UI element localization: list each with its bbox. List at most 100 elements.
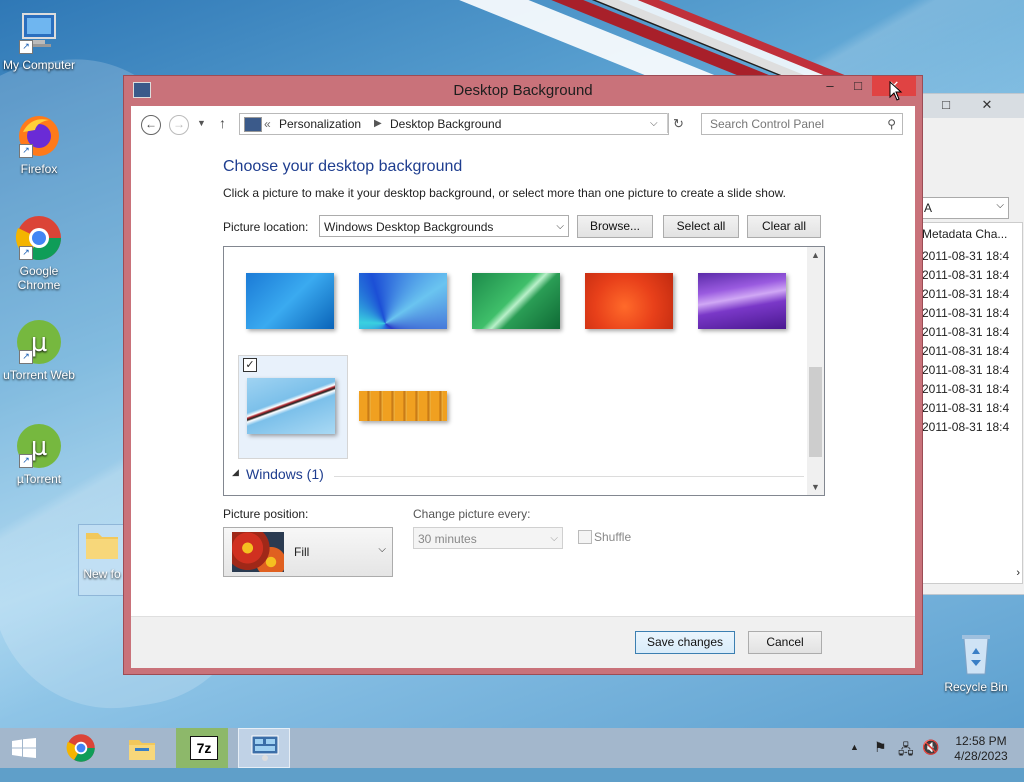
up-button[interactable]: ↑: [219, 115, 226, 131]
select-all-button[interactable]: Select all: [663, 215, 739, 238]
window-titlebar[interactable]: Desktop Background – □ ✕: [124, 76, 922, 105]
taskbar-file-explorer[interactable]: [116, 728, 168, 768]
taskbar-7zip[interactable]: 7z: [176, 728, 228, 768]
shortcut-arrow-icon: ↗: [19, 144, 33, 158]
desktop-icon-utorrent[interactable]: µ ↗ µTorrent: [1, 422, 77, 486]
desktop-icon-label: Google Chrome: [17, 264, 61, 292]
list-item[interactable]: 2011-08-31 18:4: [922, 325, 1009, 339]
chevron-down-icon: ▼: [197, 118, 206, 128]
list-item[interactable]: 2011-08-31 18:4: [922, 344, 1009, 358]
breadcrumb-personalization[interactable]: Personalization: [279, 114, 361, 134]
taskbar-chrome[interactable]: [56, 728, 108, 768]
search-icon[interactable]: ⚲: [887, 114, 896, 134]
browse-button[interactable]: Browse...: [577, 215, 653, 238]
picture-position-dropdown[interactable]: Fill ⌵: [223, 527, 393, 577]
chevron-right-icon[interactable]: ›: [1016, 567, 1020, 579]
desktop-icon-recycle-bin[interactable]: Recycle Bin: [938, 630, 1014, 694]
list-item[interactable]: 2011-08-31 18:4: [922, 420, 1009, 434]
navigation-bar: ← → ▼ ↑ « Personalization ▶ Desktop Back…: [131, 106, 915, 142]
wallpaper-thumbnail[interactable]: [359, 273, 447, 329]
maximize-button[interactable]: □: [933, 96, 959, 114]
volume-muted-icon[interactable]: 🔇: [922, 739, 939, 779]
background-window[interactable]: □ ✕ A ⌵ Metadata Cha... 2011-08-31 18:4 …: [914, 93, 1024, 595]
desktop-icon-label: My Computer: [2, 58, 76, 72]
picture-position-label: Picture position:: [223, 507, 309, 521]
chevron-down-icon[interactable]: ⌵: [650, 114, 658, 134]
desktop-icon-google-chrome[interactable]: ↗ Google Chrome: [1, 214, 77, 292]
refresh-icon[interactable]: ↻: [673, 114, 684, 134]
mouse-cursor-icon: [889, 81, 903, 101]
vertical-scrollbar[interactable]: ▲ ▼: [807, 247, 824, 495]
minimize-button[interactable]: –: [816, 76, 844, 96]
list-item[interactable]: 2011-08-31 18:4: [922, 306, 1009, 320]
group-header[interactable]: Windows (1): [246, 466, 324, 482]
desktop-icon-my-computer[interactable]: ↗ My Computer: [1, 8, 77, 72]
clear-all-button[interactable]: Clear all: [747, 215, 821, 238]
address-bar[interactable]: « Personalization ▶ Desktop Background ⌵…: [239, 113, 684, 135]
collapse-group-icon[interactable]: ◢: [232, 467, 239, 478]
utorrent-icon: µ ↗: [15, 318, 63, 366]
save-changes-button[interactable]: Save changes: [635, 631, 735, 654]
chevron-down-icon: ⌵: [556, 221, 564, 232]
chevron-down-icon: ⌵: [550, 533, 558, 544]
position-preview-image: [232, 532, 284, 572]
wallpaper-thumbnail: [247, 378, 335, 434]
picture-location-dropdown[interactable]: Windows Desktop Backgrounds ⌵: [319, 215, 569, 237]
column-header[interactable]: Metadata Cha...: [922, 227, 1007, 241]
search-placeholder: Search Control Panel: [710, 117, 825, 131]
chevron-down-icon: ⌵: [378, 544, 386, 555]
maximize-button[interactable]: □: [844, 76, 872, 96]
taskbar-control-panel[interactable]: [238, 728, 290, 768]
shuffle-label: Shuffle: [594, 530, 632, 544]
back-button[interactable]: ←: [141, 115, 161, 135]
wallpaper-thumbnail[interactable]: [472, 273, 560, 329]
list-item[interactable]: 2011-08-31 18:4: [922, 382, 1009, 396]
network-icon[interactable]: 🖧: [898, 739, 914, 779]
shortcut-arrow-icon: ↗: [19, 246, 33, 260]
list-item[interactable]: 2011-08-31 18:4: [922, 268, 1009, 282]
picture-location-label: Picture location:: [223, 220, 309, 234]
picture-position-value: Fill: [294, 545, 310, 559]
chevron-down-icon: ⌵: [996, 200, 1004, 211]
wallpaper-thumbnail[interactable]: [585, 273, 673, 329]
search-input[interactable]: Search Control Panel ⚲: [701, 113, 903, 135]
chevron-up-icon: ▲: [850, 742, 859, 752]
cancel-button[interactable]: Cancel: [748, 631, 822, 654]
scroll-down-icon[interactable]: ▼: [807, 479, 824, 495]
svg-text:µ: µ: [31, 432, 48, 462]
wallpaper-thumbnail[interactable]: [246, 273, 334, 329]
forward-button[interactable]: →: [169, 115, 189, 135]
scrollbar-thumb[interactable]: [809, 367, 822, 457]
wallpaper-thumbnail[interactable]: [359, 391, 447, 421]
change-picture-dropdown[interactable]: 30 minutes ⌵: [413, 527, 563, 549]
chrome-icon: [66, 734, 95, 762]
close-button[interactable]: ✕: [969, 96, 1005, 114]
list-item[interactable]: 2011-08-31 18:4: [922, 363, 1009, 377]
background-window-combo[interactable]: A ⌵: [921, 197, 1009, 219]
computer-icon: ↗: [15, 8, 63, 56]
background-window-titlebar[interactable]: □ ✕: [915, 94, 1024, 118]
list-item[interactable]: 2011-08-31 18:4: [922, 401, 1009, 415]
close-icon: ✕: [981, 97, 993, 112]
checkbox-checked-icon[interactable]: ✓: [243, 358, 257, 372]
desktop-icon-new-folder[interactable]: New fo: [78, 524, 126, 596]
action-center-flag-icon[interactable]: ⚑: [874, 739, 887, 779]
desktop-icon-label: µTorrent: [16, 472, 62, 486]
breadcrumb-desktop-background[interactable]: Desktop Background: [390, 114, 501, 134]
desktop-background-window[interactable]: Desktop Background – □ ✕ ← → ▼ ↑ « Perso…: [123, 75, 923, 675]
desktop-icon-utorrent-web[interactable]: µ ↗ uTorrent Web: [1, 318, 77, 382]
desktop-icon-firefox[interactable]: ↗ Firefox: [1, 112, 77, 176]
scroll-up-icon[interactable]: ▲: [807, 247, 824, 263]
list-item[interactable]: 2011-08-31 18:4: [922, 287, 1009, 301]
recycle-bin-icon: [952, 630, 1000, 678]
start-button[interactable]: [0, 728, 48, 768]
show-hidden-icons-button[interactable]: ▲: [850, 742, 859, 782]
shuffle-checkbox[interactable]: [578, 530, 592, 544]
wallpaper-thumbnail[interactable]: [698, 273, 786, 329]
shortcut-arrow-icon: ↗: [19, 454, 33, 468]
recent-locations-button[interactable]: ▼: [197, 118, 206, 128]
clock[interactable]: 12:58 PM 4/28/2023: [950, 734, 1012, 774]
wallpaper-tile-selected[interactable]: ✓: [238, 355, 348, 459]
picture-location-value: Windows Desktop Backgrounds: [324, 220, 494, 234]
list-item[interactable]: 2011-08-31 18:4: [922, 249, 1009, 263]
